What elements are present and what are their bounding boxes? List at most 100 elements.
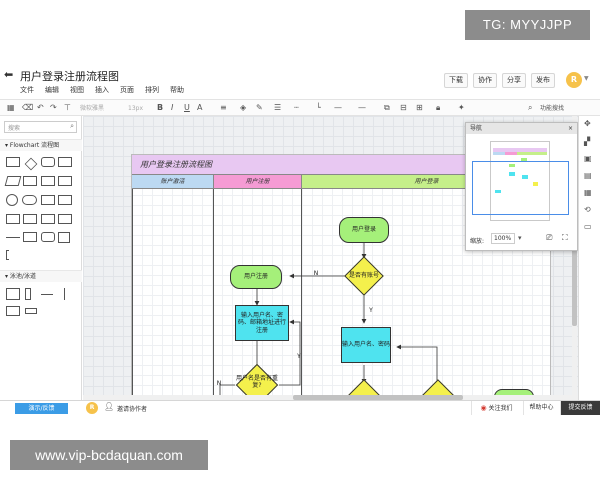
comment-icon[interactable]: ▭ bbox=[584, 222, 592, 231]
connector-icon[interactable]: └ bbox=[316, 102, 321, 114]
shape-manual[interactable] bbox=[41, 195, 55, 205]
zoom-input[interactable]: 100% bbox=[491, 233, 515, 244]
format-brush-icon[interactable]: ⊤ bbox=[64, 102, 71, 114]
shape-tape[interactable] bbox=[23, 232, 37, 242]
feature-search[interactable]: 功能搜找 bbox=[540, 103, 564, 115]
submit-feedback-button[interactable]: 提交反馈 bbox=[560, 401, 600, 415]
shape-display[interactable] bbox=[58, 195, 72, 205]
help-center-button[interactable]: 帮助中心 bbox=[523, 401, 559, 415]
bold-button[interactable]: B bbox=[157, 102, 163, 114]
delete-icon[interactable]: ⌫ bbox=[22, 102, 33, 114]
menu-file[interactable]: 文件 bbox=[20, 85, 34, 95]
shape-rounded[interactable] bbox=[41, 157, 55, 167]
italic-button[interactable]: I bbox=[171, 102, 173, 114]
follow-us-button[interactable]: ◉ 关注我们 bbox=[471, 401, 521, 415]
font-family-select[interactable]: 微软雅黑 bbox=[80, 103, 104, 115]
menu-view[interactable]: 视图 bbox=[70, 85, 84, 95]
zoom-dropdown-icon[interactable]: ▾ bbox=[518, 234, 522, 242]
shape-internal[interactable] bbox=[58, 176, 72, 186]
move-icon[interactable]: ✥ bbox=[584, 119, 591, 128]
shape-vertical-lane[interactable] bbox=[25, 288, 31, 300]
line-width-icon[interactable]: ☰ bbox=[274, 102, 281, 114]
node-input-login[interactable]: 输入用户名、密码 bbox=[341, 327, 391, 363]
section-flowchart[interactable]: ▾ Flowchart 流程图 bbox=[0, 139, 82, 151]
header: ⬅ 用户登录注册流程图 文件 编辑 视图 插入 页面 排列 帮助 下载 协作 分… bbox=[0, 65, 600, 99]
menu-arrange[interactable]: 排列 bbox=[145, 85, 159, 95]
align-objects-icon[interactable]: ⊟ bbox=[400, 102, 407, 114]
shape-v-separator[interactable] bbox=[64, 288, 65, 300]
shape-data[interactable] bbox=[4, 176, 22, 186]
redo-icon[interactable]: ↷ bbox=[50, 102, 57, 114]
node-input-register[interactable]: 输入用户名、密码、邮箱地址进行注册 bbox=[235, 305, 289, 341]
shape-stored[interactable] bbox=[41, 176, 55, 186]
collab-button[interactable]: 协作 bbox=[473, 73, 497, 88]
shape-bracket[interactable] bbox=[6, 250, 9, 260]
line-type-icon[interactable]: — bbox=[334, 102, 342, 114]
style-icon[interactable]: ▞ bbox=[584, 137, 590, 146]
edge-label-y: Y bbox=[369, 307, 373, 314]
line-style-icon[interactable]: ┄ bbox=[294, 102, 299, 114]
close-icon[interactable]: × bbox=[568, 123, 573, 134]
align-icon[interactable]: ≡ bbox=[220, 102, 227, 114]
document-title[interactable]: 用户登录注册流程图 bbox=[20, 68, 119, 84]
add-user-icon[interactable]: 👤︎ bbox=[104, 402, 114, 411]
underline-button[interactable]: U bbox=[184, 102, 190, 114]
section-swimlane[interactable]: ▾ 泳池/泳道 bbox=[0, 270, 82, 282]
search-icon[interactable]: ⌕ bbox=[70, 122, 74, 131]
menu-help[interactable]: 帮助 bbox=[170, 85, 184, 95]
shape-prep[interactable] bbox=[41, 214, 55, 224]
attribute-icon[interactable]: ▦ bbox=[584, 188, 592, 197]
search-input[interactable]: 搜索 ⌕ bbox=[4, 121, 77, 133]
navigator-viewport[interactable] bbox=[472, 161, 569, 215]
avatar[interactable]: R bbox=[566, 72, 582, 88]
shape-horizontal-lane[interactable] bbox=[25, 308, 37, 314]
shape-trapezoid[interactable] bbox=[23, 214, 37, 224]
demo-feedback-button[interactable]: 演示/反馈 bbox=[15, 403, 68, 414]
shape-circle[interactable] bbox=[6, 194, 18, 206]
line-color-icon[interactable]: ✎ bbox=[256, 102, 263, 114]
menu-insert[interactable]: 插入 bbox=[95, 85, 109, 95]
menu-page[interactable]: 页面 bbox=[120, 85, 134, 95]
menu-edit[interactable]: 编辑 bbox=[45, 85, 59, 95]
edge-label-n: N bbox=[313, 270, 319, 277]
back-arrow-icon[interactable]: ⬅ bbox=[4, 68, 13, 81]
font-color-button[interactable]: A bbox=[197, 102, 202, 114]
shape-predefined[interactable] bbox=[23, 176, 37, 186]
shape-vertical-pool[interactable] bbox=[6, 288, 20, 300]
shape-process[interactable] bbox=[6, 157, 20, 167]
navigator-header[interactable]: 导航 × bbox=[466, 123, 577, 134]
search-icon[interactable]: ⌕ bbox=[528, 102, 532, 114]
shape-horizontal-pool[interactable] bbox=[6, 306, 20, 316]
page-icon[interactable]: ▤ bbox=[584, 171, 592, 180]
image-icon[interactable]: ▣ bbox=[584, 154, 592, 163]
arrange-icon[interactable]: ⧉ bbox=[384, 102, 390, 114]
undo-icon[interactable]: ↶ bbox=[37, 102, 44, 114]
lock-icon[interactable]: 🔒︎ bbox=[436, 102, 440, 114]
download-button[interactable]: 下载 bbox=[444, 73, 468, 88]
paint-format-icon[interactable]: ▦ bbox=[7, 102, 15, 114]
fill-color-icon[interactable]: ◈ bbox=[240, 102, 246, 114]
shape-terminator[interactable] bbox=[22, 195, 37, 205]
node-user-login[interactable]: 用户登录 bbox=[339, 217, 389, 243]
arrow-start-icon[interactable]: — bbox=[358, 102, 366, 114]
shape-hexagon[interactable] bbox=[58, 214, 72, 224]
invite-collaborator-link[interactable]: 邀请协作者 bbox=[117, 404, 147, 413]
history-icon[interactable]: ⟲ bbox=[584, 205, 591, 214]
shape-delay[interactable] bbox=[41, 232, 55, 242]
chevron-down-icon[interactable]: ▼ bbox=[584, 75, 589, 82]
present-icon[interactable]: ⎚ bbox=[546, 233, 552, 243]
shape-card[interactable] bbox=[6, 214, 20, 224]
shape-line[interactable] bbox=[6, 237, 20, 238]
collaborator-avatar[interactable]: R bbox=[86, 402, 98, 414]
shape-decision[interactable] bbox=[24, 157, 38, 171]
shape-offpage[interactable] bbox=[58, 232, 70, 243]
share-button[interactable]: 分享 bbox=[502, 73, 526, 88]
shape-separator[interactable] bbox=[41, 294, 53, 295]
fit-screen-icon[interactable]: ⛶ bbox=[562, 233, 568, 243]
distribute-icon[interactable]: ⊞ bbox=[416, 102, 423, 114]
publish-button[interactable]: 发布 bbox=[531, 73, 555, 88]
node-user-register[interactable]: 用户注册 bbox=[230, 265, 282, 289]
font-size-select[interactable]: 13px bbox=[128, 103, 143, 115]
magic-icon[interactable]: ✦ bbox=[458, 102, 465, 114]
shape-document[interactable] bbox=[58, 157, 72, 167]
